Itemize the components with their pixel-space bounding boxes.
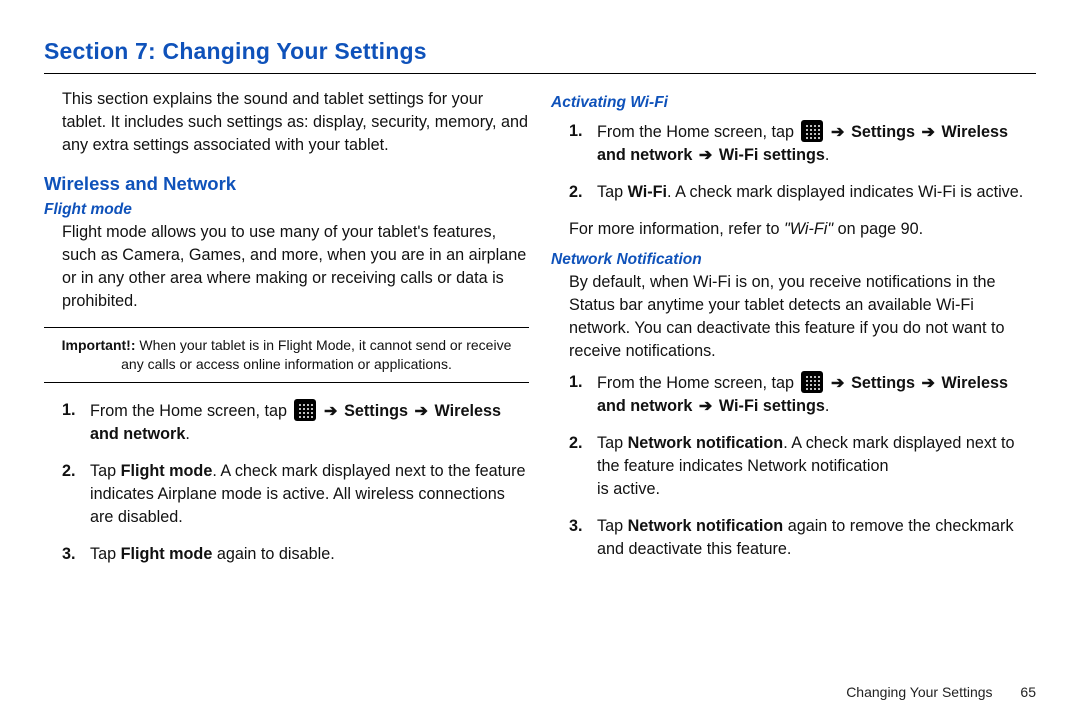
label-settings: Settings <box>851 374 915 392</box>
arrow-icon: ➔ <box>829 123 847 141</box>
step-number: 1. <box>62 399 90 422</box>
step-text: From the Home screen, tap ➔ Settings ➔ W… <box>597 120 1036 167</box>
footer-chapter: Changing Your Settings <box>846 684 992 700</box>
page-footer: Changing Your Settings 65 <box>846 684 1036 700</box>
network-notification-steps: 1. From the Home screen, tap ➔ Settings … <box>551 371 1036 561</box>
list-item: 1. From the Home screen, tap ➔ Settings … <box>62 399 529 446</box>
step-number: 1. <box>569 371 597 394</box>
important-label: Important!: <box>62 337 136 353</box>
right-column: Activating Wi-Fi 1. From the Home screen… <box>551 88 1036 580</box>
heading-network-notification: Network Notification <box>551 251 1036 269</box>
important-note: Important!: When your tablet is in Fligh… <box>44 327 529 383</box>
network-notification-paragraph: By default, when Wi-Fi is on, you receiv… <box>551 271 1036 363</box>
step-number: 2. <box>62 460 90 483</box>
step-number: 2. <box>569 432 597 455</box>
arrow-icon: ➔ <box>412 402 430 420</box>
step-text: From the Home screen, tap ➔ Settings ➔ W… <box>597 371 1036 418</box>
list-item: 3. Tap Network notification again to rem… <box>569 515 1036 561</box>
intro-paragraph: This section explains the sound and tabl… <box>44 88 529 167</box>
step-text: Tap Network notification again to remove… <box>597 515 1036 561</box>
list-item: 3. Tap Flight mode again to disable. <box>62 543 529 566</box>
label-network-notification: Network notification <box>628 434 784 452</box>
apps-grid-icon <box>801 371 823 393</box>
arrow-icon: ➔ <box>919 123 937 141</box>
apps-grid-icon <box>294 399 316 421</box>
left-column: This section explains the sound and tabl… <box>44 88 529 580</box>
label-flight-mode: Flight mode <box>121 545 213 563</box>
flight-mode-steps: 1. From the Home screen, tap ➔ Settings … <box>44 399 529 566</box>
step-text: Tap Network notification. A check mark d… <box>597 432 1036 501</box>
horizontal-rule <box>44 73 1036 74</box>
arrow-icon: ➔ <box>919 374 937 392</box>
step-number: 3. <box>569 515 597 538</box>
list-item: 2. Tap Wi-Fi. A check mark displayed ind… <box>569 181 1036 204</box>
list-item: 1. From the Home screen, tap ➔ Settings … <box>569 120 1036 167</box>
arrow-icon: ➔ <box>697 146 715 164</box>
activating-wifi-steps: 1. From the Home screen, tap ➔ Settings … <box>551 120 1036 204</box>
step-number: 1. <box>569 120 597 143</box>
step-number: 3. <box>62 543 90 566</box>
heading-activating-wifi: Activating Wi-Fi <box>551 94 1036 112</box>
manual-page: Section 7: Changing Your Settings This s… <box>0 0 1080 720</box>
section-title: Section 7: Changing Your Settings <box>44 38 1036 65</box>
list-item: 1. From the Home screen, tap ➔ Settings … <box>569 371 1036 418</box>
arrow-icon: ➔ <box>697 397 715 415</box>
page-number: 65 <box>1020 684 1036 700</box>
flight-mode-paragraph: Flight mode allows you to use many of yo… <box>44 221 529 313</box>
label-settings: Settings <box>344 402 408 420</box>
label-network-notification: Network notification <box>628 517 784 535</box>
step-text: From the Home screen, tap ➔ Settings ➔ W… <box>90 399 529 446</box>
arrow-icon: ➔ <box>322 402 340 420</box>
apps-grid-icon <box>801 120 823 142</box>
label-settings: Settings <box>851 123 915 141</box>
step-text: Tap Flight mode again to disable. <box>90 543 529 566</box>
arrow-icon: ➔ <box>829 374 847 392</box>
step-text: Tap Flight mode. A check mark displayed … <box>90 460 529 529</box>
cross-reference: For more information, refer to "Wi-Fi" o… <box>551 218 1036 241</box>
ref-topic: "Wi-Fi" <box>784 220 838 238</box>
step-number: 2. <box>569 181 597 204</box>
label-flight-mode: Flight mode <box>121 462 213 480</box>
heading-wireless-and-network: Wireless and Network <box>44 173 529 195</box>
heading-flight-mode: Flight mode <box>44 201 529 219</box>
label-wifi-settings: Wi-Fi settings <box>719 146 825 164</box>
two-column-layout: This section explains the sound and tabl… <box>44 88 1036 580</box>
list-item: 2. Tap Flight mode. A check mark display… <box>62 460 529 529</box>
label-wifi: Wi-Fi <box>628 183 667 201</box>
important-text: When your tablet is in Flight Mode, it c… <box>121 337 511 372</box>
step-text: Tap Wi-Fi. A check mark displayed indica… <box>597 181 1036 204</box>
list-item: 2. Tap Network notification. A check mar… <box>569 432 1036 501</box>
label-wifi-settings: Wi-Fi settings <box>719 397 825 415</box>
